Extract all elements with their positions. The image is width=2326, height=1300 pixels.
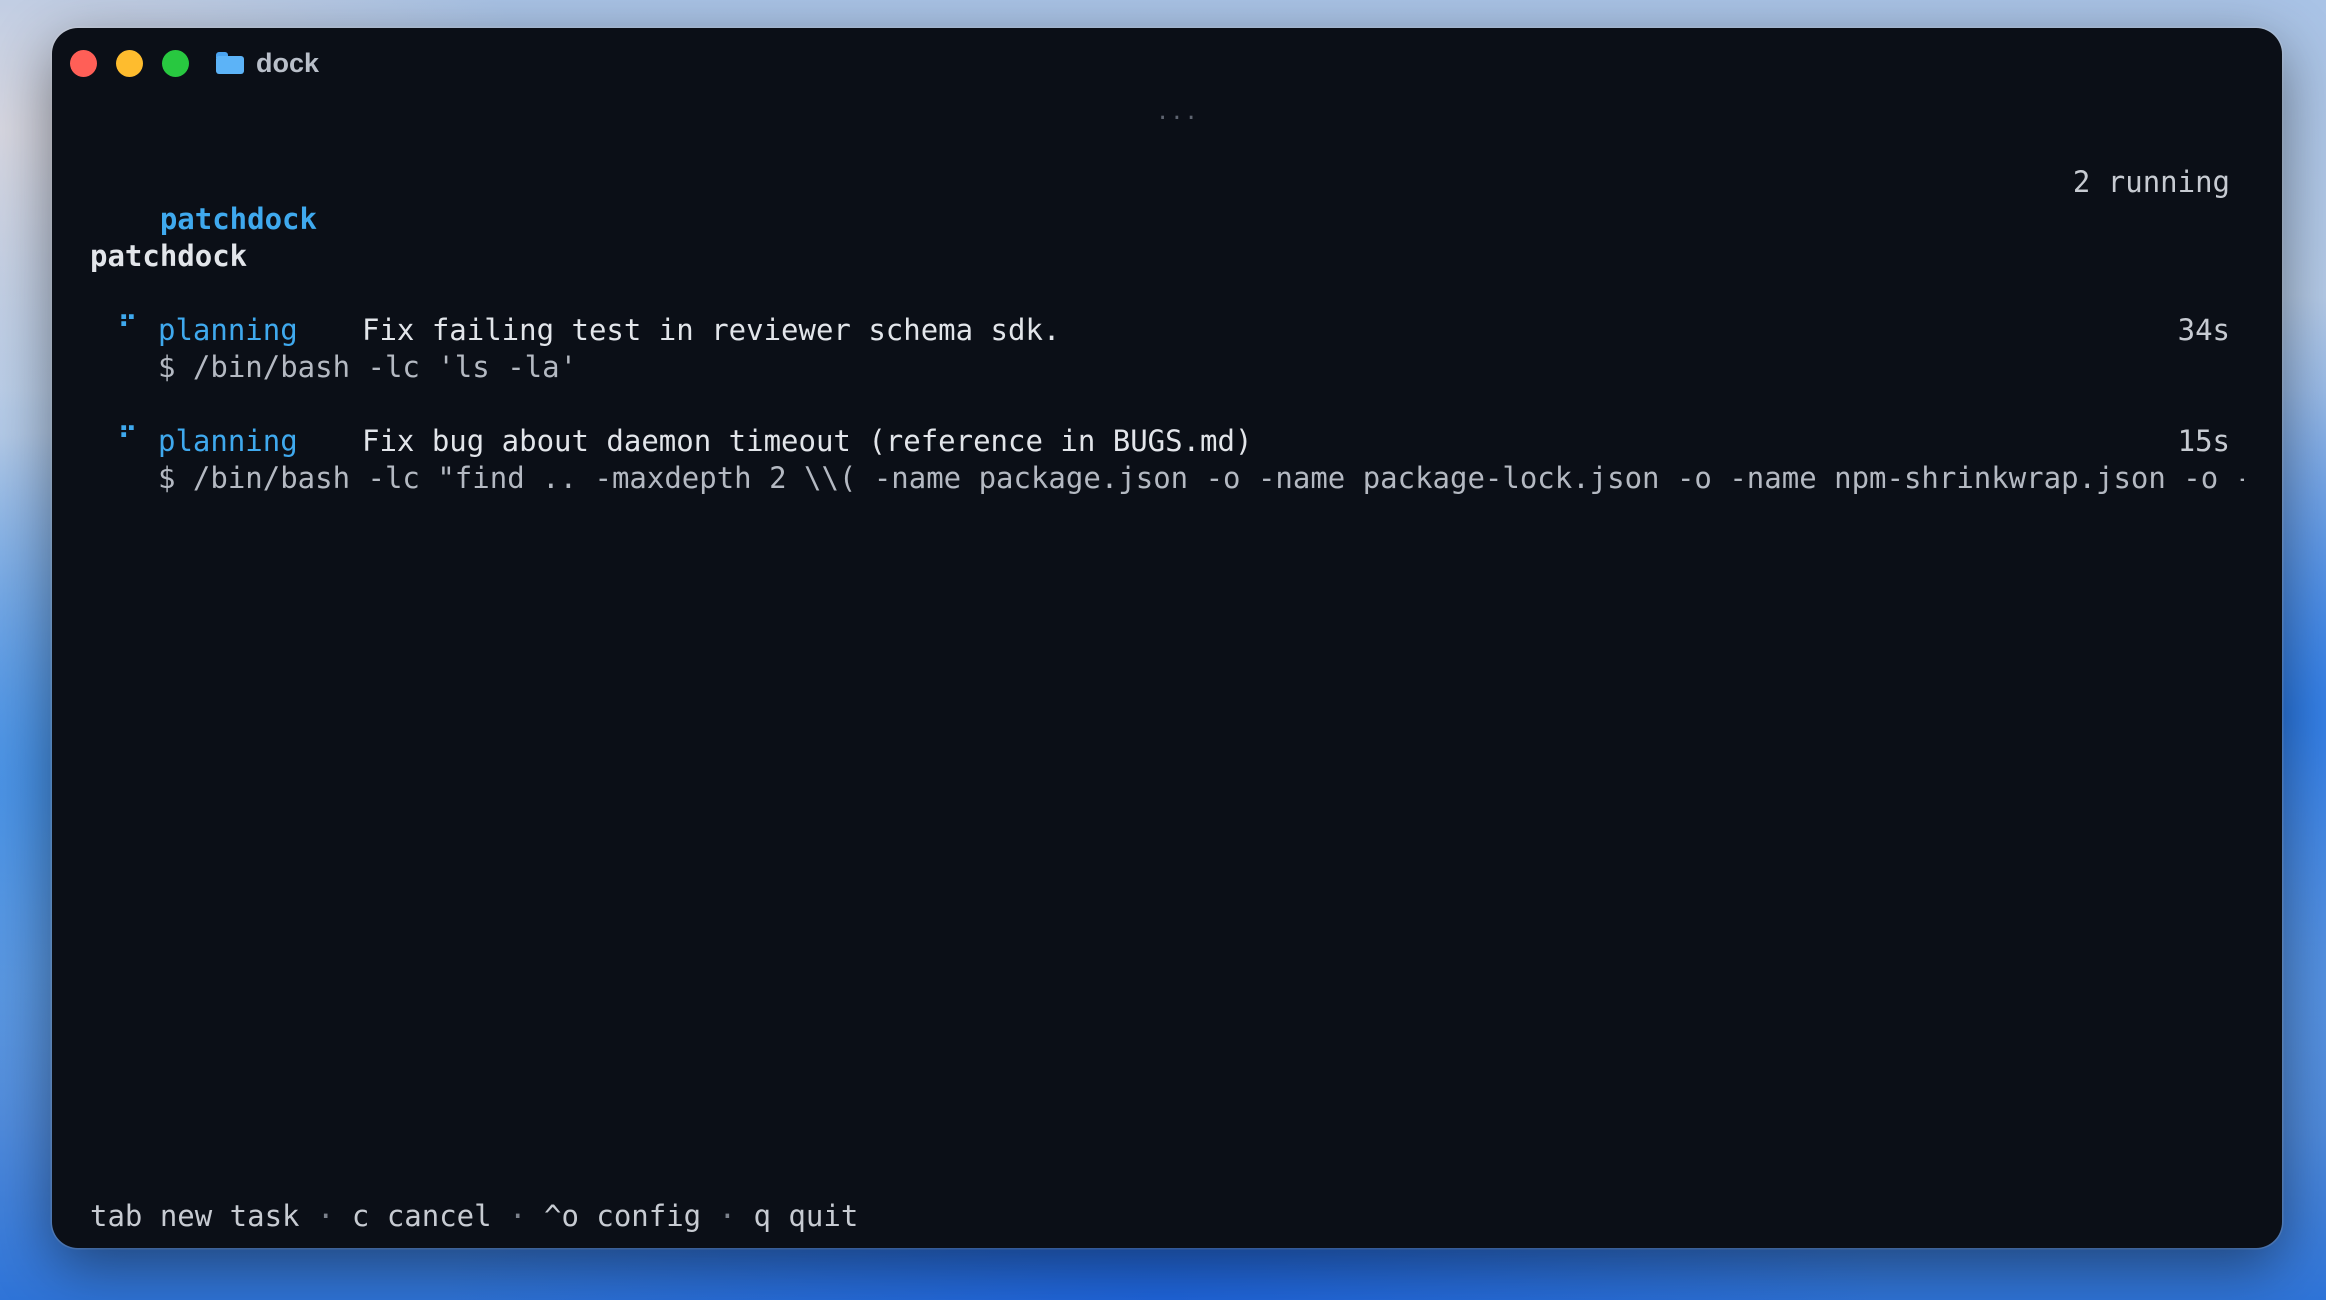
app-name: patchdock xyxy=(159,202,317,236)
task-row[interactable]: ⠋ planning Fix bug about daemon timeout … xyxy=(90,423,2244,503)
title-bar[interactable]: dock xyxy=(52,28,2282,100)
project-name: patchdock xyxy=(90,239,248,273)
cancel-hint[interactable]: c cancel xyxy=(352,1199,492,1233)
footer-separator: · xyxy=(701,1199,754,1233)
drag-handle[interactable]: ··· xyxy=(1156,108,1199,130)
config-hint[interactable]: ^o config xyxy=(544,1199,701,1233)
task-command: $ /bin/bash -lc 'ls -la' xyxy=(158,350,578,384)
folder-icon xyxy=(216,52,244,74)
task-command: $ /bin/bash -lc "find .. -maxdepth 2 \\(… xyxy=(158,461,2244,495)
task-row[interactable]: ⠋ planning Fix failing test in reviewer … xyxy=(90,312,2244,392)
terminal-window: dock ··· patchdock 2 running patchdock ⠋… xyxy=(52,28,2282,1248)
footer-separator: · xyxy=(299,1199,352,1233)
task-status: planning xyxy=(158,313,298,347)
zoom-button[interactable] xyxy=(162,50,189,77)
keybinding-footer: tab new task · c cancel · ^o config · q … xyxy=(90,1198,858,1235)
window-title: dock xyxy=(256,47,320,78)
quit-hint[interactable]: q quit xyxy=(754,1199,859,1233)
spinner-icon: ⠋ xyxy=(118,423,138,453)
task-status: planning xyxy=(158,424,298,458)
header-row: patchdock 2 running xyxy=(90,164,2244,312)
window-title-group: dock xyxy=(216,46,319,80)
task-elapsed: 34s xyxy=(2177,313,2230,347)
minimize-button[interactable] xyxy=(116,50,143,77)
spinner-icon: ⠋ xyxy=(118,312,138,342)
new-task-hint[interactable]: tab new task xyxy=(90,1199,300,1233)
task-description: Fix bug about daemon timeout (reference … xyxy=(362,424,1253,458)
task-elapsed: 15s xyxy=(2177,424,2230,458)
footer-separator: · xyxy=(491,1199,544,1233)
running-count: 2 running xyxy=(2072,165,2230,199)
task-description: Fix failing test in reviewer schema sdk. xyxy=(362,313,1061,347)
close-button[interactable] xyxy=(70,50,97,77)
